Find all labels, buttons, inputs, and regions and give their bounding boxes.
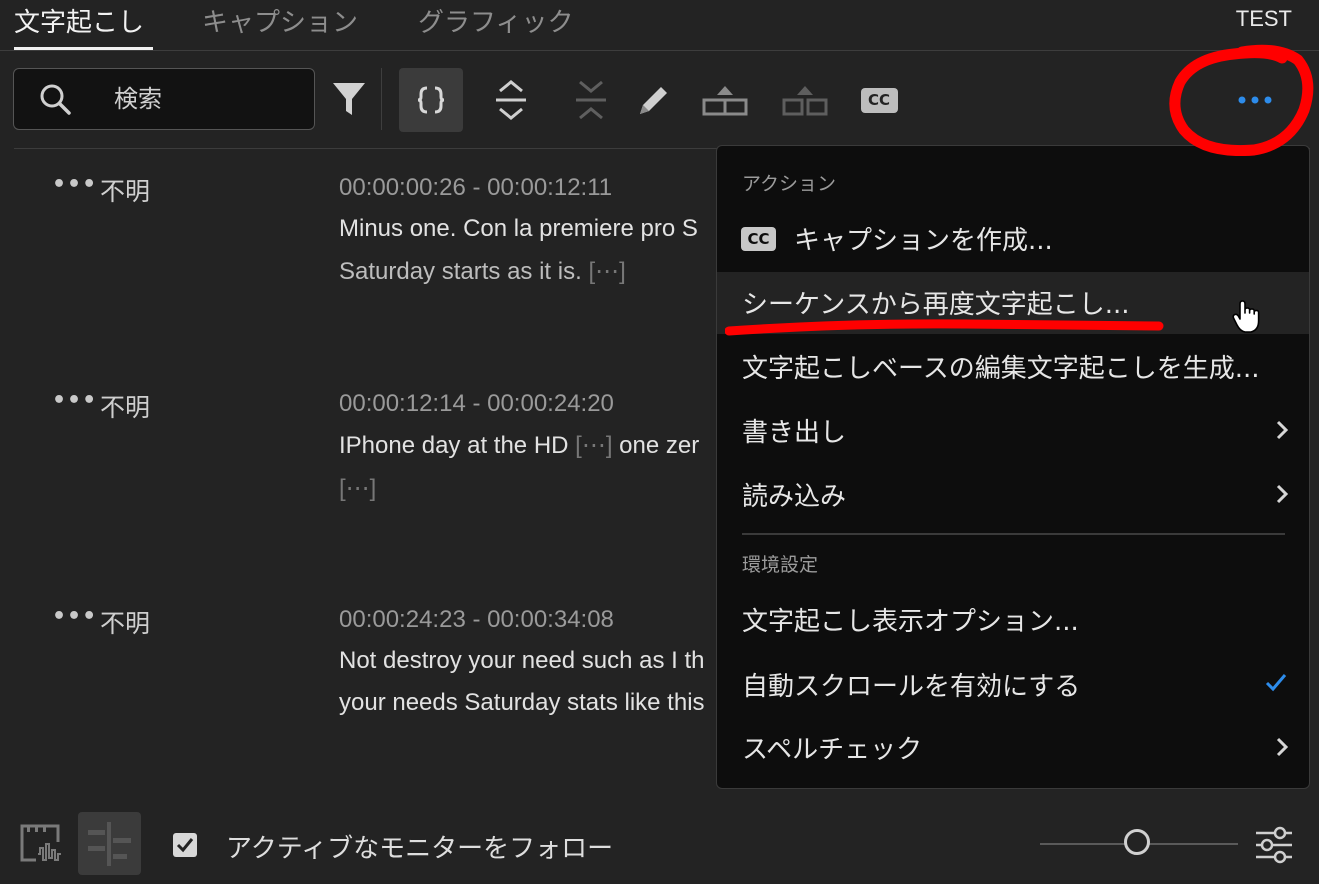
checkmark-icon	[1265, 672, 1287, 696]
filter-icon[interactable]	[330, 79, 368, 119]
transcript-text: one zer	[619, 432, 700, 459]
segment-options-icon[interactable]: •••	[52, 604, 97, 629]
menu-item-label: 書き出し	[742, 418, 847, 448]
red-underline-annotation	[724, 318, 1167, 342]
pencil-icon[interactable]	[636, 82, 672, 118]
segment-timecode: 00:00:24:23 - 00:00:34:08	[339, 606, 614, 633]
menu-item-label: 文字起こしベースの編集文字起こしを生成...	[742, 354, 1260, 384]
audio-clip-icon[interactable]	[20, 822, 68, 870]
menu-item-display-options[interactable]: 文字起こし表示オプション...	[717, 589, 1309, 651]
transcript-text: Saturday starts as it is.	[339, 258, 582, 285]
transcript-text: IPhone day at the HD	[339, 432, 569, 459]
settings-sliders-icon[interactable]	[1254, 826, 1294, 868]
menu-item-generate-edit-transcript[interactable]: 文字起こしベースの編集文字起こしを生成...	[717, 336, 1309, 398]
menu-section-actions: アクション	[742, 173, 837, 195]
menu-item-label: シーケンスから再度文字起こし...	[742, 290, 1130, 320]
zoom-slider-thumb[interactable]	[1124, 829, 1150, 855]
segment-timecode: 00:00:00:26 - 00:00:12:11	[339, 174, 613, 201]
menu-item-create-captions[interactable]: CC キャプションを作成...	[717, 208, 1309, 270]
tab-bar-divider	[0, 50, 1319, 51]
cc-icon: CC	[741, 227, 776, 251]
search-box[interactable]	[13, 68, 315, 130]
gap-marker: [⋯]	[588, 258, 626, 285]
follow-monitor-checkbox[interactable]	[173, 833, 197, 857]
menu-item-export[interactable]: 書き出し	[717, 400, 1309, 462]
collapse-icon[interactable]	[571, 78, 611, 122]
menu-divider	[742, 533, 1285, 535]
menu-item-label: キャプションを作成...	[794, 226, 1053, 256]
expand-icon[interactable]	[491, 78, 531, 122]
menu-item-label: 読み込み	[742, 482, 847, 512]
transcript-mode-toggle-icon[interactable]	[399, 68, 463, 132]
cc-icon[interactable]: CC	[860, 87, 898, 113]
speaker-label[interactable]: 不明	[100, 604, 150, 640]
red-circle-annotation	[1164, 44, 1316, 160]
transcript-line[interactable]: your needs Saturday stats like this	[339, 689, 705, 717]
project-name: TEST	[1235, 6, 1292, 31]
chevron-right-icon	[1275, 736, 1289, 762]
speaker-label[interactable]: 不明	[100, 388, 150, 424]
transcript-line[interactable]: Not destroy your need such as I th	[339, 647, 705, 675]
split-segment-icon[interactable]	[782, 84, 828, 116]
segment-options-icon[interactable]: •••	[52, 388, 97, 413]
menu-item-auto-scroll[interactable]: 自動スクロールを有効にする	[717, 654, 1309, 716]
search-icon	[38, 82, 72, 120]
tab-captions[interactable]: キャプション	[202, 2, 358, 39]
gap-marker: [⋯]	[339, 475, 377, 502]
menu-item-import[interactable]: 読み込み	[717, 464, 1309, 526]
segment-options-icon[interactable]: •••	[52, 172, 97, 197]
transcript-line[interactable]: Minus one. Con la premiere pro S	[339, 215, 698, 243]
menu-item-label: 自動スクロールを有効にする	[742, 672, 1081, 702]
options-menu: アクション CC キャプションを作成... シーケンスから再度文字起こし... …	[716, 145, 1310, 789]
follow-monitor-label: アクティブなモニターをフォロー	[226, 834, 614, 864]
toolbar-divider	[381, 68, 382, 130]
gap-marker: [⋯]	[575, 432, 613, 459]
sequence-timeline-icon[interactable]	[78, 812, 141, 875]
hand-cursor-icon	[1231, 299, 1263, 339]
tab-transcript[interactable]: 文字起こし	[14, 2, 144, 39]
menu-item-spellcheck[interactable]: スペルチェック	[717, 717, 1309, 779]
menu-item-label: スペルチェック	[742, 735, 923, 765]
segment-timecode: 00:00:12:14 - 00:00:24:20	[339, 390, 614, 417]
transcript-line[interactable]: Saturday starts as it is. [⋯]	[339, 257, 626, 286]
search-input[interactable]	[114, 83, 304, 115]
transcript-line[interactable]: IPhone day at the HD [⋯] one zer	[339, 431, 699, 460]
tab-graphics[interactable]: グラフィック	[418, 2, 573, 39]
chevron-right-icon	[1275, 419, 1289, 445]
merge-segments-icon[interactable]	[702, 84, 748, 116]
speaker-label[interactable]: 不明	[100, 172, 150, 208]
menu-section-preferences: 環境設定	[742, 554, 819, 576]
chevron-right-icon	[1275, 483, 1289, 509]
menu-item-label: 文字起こし表示オプション...	[742, 607, 1079, 637]
